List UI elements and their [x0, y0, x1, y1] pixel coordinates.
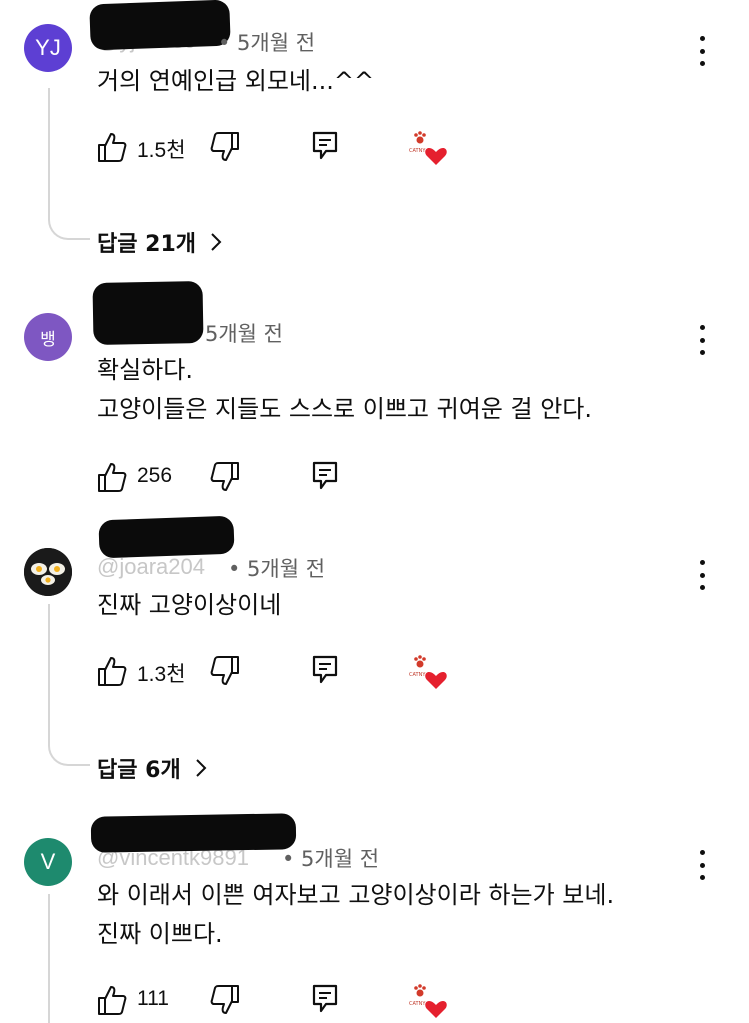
avatar-initials: 뱅: [40, 329, 56, 349]
avatar-image: [24, 548, 72, 596]
chevron-right-icon: [211, 233, 222, 251]
comment-text: 와 이래서 이쁜 여자보고 고양이상이라 하는가 보네. 진짜 이쁘다.: [97, 876, 614, 954]
creator-heart-icon: CATNY: [409, 984, 447, 1018]
comment-line: 진짜 고양이상이네: [97, 591, 282, 619]
thumbs-up-icon[interactable]: [97, 984, 127, 1016]
reply-comment-icon[interactable]: [312, 984, 338, 1014]
thumbs-down-icon[interactable]: [210, 655, 240, 687]
author-handle[interactable]: @joara204: [97, 554, 205, 580]
reply-comment-icon[interactable]: [312, 655, 338, 685]
comment-actions: 1.5천 CATNY: [97, 131, 497, 165]
catny-badge-text: CATNY: [409, 148, 426, 154]
more-vertical-icon[interactable]: [694, 560, 710, 590]
comment-time: 5개월 전: [205, 322, 283, 346]
replies-toggle[interactable]: 답글 21개: [97, 226, 222, 258]
more-vertical-icon[interactable]: [694, 325, 710, 355]
redaction-mark: [92, 281, 204, 345]
avatar[interactable]: 뱅: [24, 313, 72, 361]
creator-heart-icon: CATNY: [409, 655, 447, 689]
thumbs-down-icon[interactable]: [210, 984, 240, 1016]
reply-comment-icon[interactable]: [312, 461, 338, 491]
comment-line: 와 이래서 이쁜 여자보고 고양이상이라 하는가 보네.: [97, 881, 615, 909]
comment-actions: 111 CATNY: [97, 984, 497, 1018]
catny-badge-text: CATNY: [409, 1001, 426, 1007]
comment-time: • 5개월 전: [228, 557, 326, 581]
replies-label: 답글 21개: [97, 232, 196, 257]
thumbs-up-icon[interactable]: [97, 655, 127, 687]
like-count: 111: [137, 987, 169, 1010]
thread-connector: [48, 604, 90, 766]
comment-line: 거의 연예인급 외모네...^^: [97, 67, 375, 95]
catny-badge-text: CATNY: [409, 672, 426, 678]
thumbs-up-icon[interactable]: [97, 131, 127, 163]
reply-comment-icon[interactable]: [312, 131, 338, 161]
comment-time: • 5개월 전: [218, 31, 316, 55]
thread-connector: [48, 894, 50, 1023]
comment-text: 확실하다. 고양이들은 지들도 스스로 이쁘고 귀여운 걸 안다.: [97, 351, 592, 429]
avatar[interactable]: [24, 548, 72, 596]
comment-actions: 1.3천 CATNY: [97, 655, 497, 689]
creator-heart-icon: CATNY: [409, 131, 447, 165]
avatar-initials: V: [40, 849, 56, 874]
more-vertical-icon[interactable]: [694, 36, 710, 66]
comment-text: 진짜 고양이상이네: [97, 586, 281, 625]
comment-line: 고양이들은 지들도 스스로 이쁘고 귀여운 걸 안다.: [97, 395, 593, 423]
thumbs-up-icon[interactable]: [97, 461, 127, 493]
redaction-mark: [90, 813, 297, 853]
avatar[interactable]: YJ: [24, 24, 72, 72]
redaction-mark: [98, 515, 235, 559]
like-count: 1.3천: [137, 663, 186, 686]
replies-toggle[interactable]: 답글 6개: [97, 752, 207, 784]
like-count: 1.5천: [137, 139, 186, 162]
avatar[interactable]: V: [24, 838, 72, 886]
comment-line: 확실하다.: [97, 356, 193, 384]
comment-time: • 5개월 전: [282, 847, 380, 871]
thumbs-down-icon[interactable]: [210, 131, 240, 163]
more-vertical-icon[interactable]: [694, 850, 710, 880]
avatar-initials: YJ: [35, 35, 61, 60]
thread-connector: [48, 88, 90, 240]
like-count: 256: [137, 464, 173, 487]
comment-actions: 256: [97, 461, 397, 495]
chevron-right-icon: [195, 759, 207, 777]
comment-text: 거의 연예인급 외모네...^^: [97, 62, 374, 101]
redaction-mark: [89, 0, 231, 51]
thumbs-down-icon[interactable]: [210, 461, 240, 493]
comment-line: 진짜 이쁘다.: [97, 920, 223, 948]
replies-label: 답글 6개: [97, 758, 181, 783]
